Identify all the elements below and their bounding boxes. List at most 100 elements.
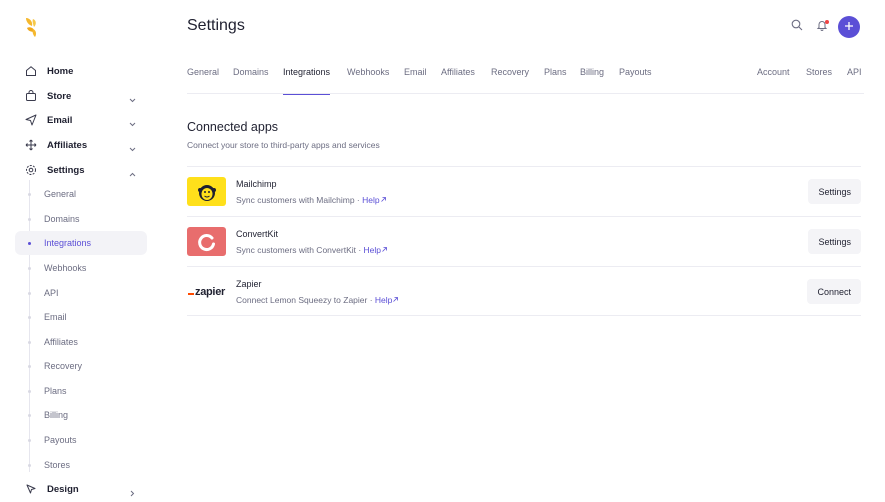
plus-icon <box>844 18 854 36</box>
zapier-connect-button[interactable]: Connect <box>807 279 861 304</box>
submenu-dot <box>28 242 31 245</box>
tab-email[interactable]: Email <box>404 60 427 94</box>
sidebar-subitem-label: Recovery <box>44 361 83 371</box>
sidebar-subitem-webhooks[interactable]: Webhooks <box>15 256 147 280</box>
sidebar-subitem-general[interactable]: General <box>15 182 147 206</box>
sidebar-item-label: Email <box>47 114 73 126</box>
submenu-dot <box>28 390 31 393</box>
settings-tabs: General Domains Integrations Webhooks Em… <box>187 60 864 95</box>
app-description-text: Connect Lemon Squeezy to Zapier · <box>236 295 375 305</box>
tab-webhooks[interactable]: Webhooks <box>347 60 389 94</box>
sidebar: Home Store Email Affiliates Settings Gen… <box>0 0 160 502</box>
sidebar-subitem-label: Payouts <box>44 435 77 445</box>
sidebar-subitem-billing[interactable]: Billing <box>15 403 147 427</box>
tab-recovery[interactable]: Recovery <box>491 60 529 94</box>
sidebar-subitem-recovery[interactable]: Recovery <box>15 354 147 378</box>
app-description: Sync customers with ConvertKit · Help <box>236 245 388 255</box>
sidebar-subitem-integrations[interactable]: Integrations <box>15 231 147 255</box>
help-link[interactable]: Help <box>362 195 386 205</box>
tab-domains[interactable]: Domains <box>233 60 269 94</box>
zapier-logo-wordmark: zapier <box>195 285 225 298</box>
sidebar-item-design[interactable]: Design <box>15 477 147 501</box>
shopping-bag-icon <box>24 90 37 103</box>
help-link-label: Help <box>363 245 382 255</box>
sidebar-subitem-label: Webhooks <box>44 263 87 273</box>
sidebar-item-home[interactable]: Home <box>15 59 147 83</box>
sidebar-subitem-email[interactable]: Email <box>15 305 147 329</box>
app-row-mailchimp: Mailchimp Sync customers with Mailchimp … <box>187 166 861 216</box>
lemon-squeezy-logo-icon[interactable] <box>22 16 42 38</box>
mailchimp-logo-icon <box>187 177 226 206</box>
search-button[interactable] <box>786 16 808 38</box>
sidebar-subitem-label: Plans <box>44 386 67 396</box>
submenu-dot <box>28 292 31 295</box>
zapier-logo-icon: zapier <box>187 277 226 306</box>
tab-integrations[interactable]: Integrations <box>283 60 331 95</box>
sidebar-item-email[interactable]: Email <box>15 108 147 132</box>
external-link-icon <box>392 295 399 305</box>
app-description-text: Sync customers with ConvertKit · <box>236 245 364 255</box>
tab-stores[interactable]: Stores <box>806 60 832 94</box>
gear-icon <box>24 164 37 177</box>
sidebar-item-affiliates[interactable]: Affiliates <box>15 133 147 157</box>
page-title: Settings <box>187 17 245 34</box>
convertkit-settings-button[interactable]: Settings <box>808 229 861 254</box>
move-arrows-icon <box>24 139 37 152</box>
app-row-convertkit: ConvertKit Sync customers with ConvertKi… <box>187 216 861 266</box>
help-link[interactable]: Help <box>364 245 388 255</box>
chevron-down-icon[interactable] <box>128 116 137 127</box>
sidebar-item-label: Affiliates <box>47 139 88 151</box>
app-name: Mailchimp <box>236 179 277 189</box>
app-name: ConvertKit <box>236 229 279 239</box>
app-row-zapier: zapier Zapier Connect Lemon Squeezy to Z… <box>187 266 861 316</box>
sidebar-subitem-label: Email <box>44 312 67 322</box>
cursor-icon <box>24 483 37 496</box>
external-link-icon <box>380 195 387 205</box>
section-description: Connect your store to third-party apps a… <box>187 140 380 150</box>
add-button[interactable] <box>838 16 860 38</box>
sidebar-item-settings[interactable]: Settings <box>15 158 147 182</box>
sidebar-subitem-api[interactable]: API <box>15 281 147 305</box>
chevron-right-icon[interactable] <box>128 485 137 497</box>
mailchimp-settings-button[interactable]: Settings <box>808 179 861 204</box>
submenu-dot <box>28 439 31 442</box>
sidebar-subitem-label: Billing <box>44 410 69 420</box>
notifications-button[interactable] <box>811 16 833 38</box>
sidebar-subitem-stores[interactable]: Stores <box>15 453 147 477</box>
sidebar-item-label: Design <box>47 483 79 495</box>
tab-payouts[interactable]: Payouts <box>619 60 652 94</box>
sidebar-item-label: Settings <box>47 164 85 176</box>
search-icon <box>791 18 803 36</box>
submenu-dot <box>28 193 31 196</box>
sidebar-subitem-label: Domains <box>44 214 80 224</box>
sidebar-subitem-domains[interactable]: Domains <box>15 207 147 231</box>
sidebar-subitem-label: Affiliates <box>44 337 78 347</box>
tab-api[interactable]: API <box>847 60 862 94</box>
sidebar-item-label: Home <box>47 65 74 77</box>
submenu-dot <box>28 414 31 417</box>
tab-billing[interactable]: Billing <box>580 60 604 94</box>
tab-plans[interactable]: Plans <box>544 60 567 94</box>
chevron-down-icon[interactable] <box>128 92 137 103</box>
submenu-dot <box>28 464 31 467</box>
send-icon <box>24 114 37 127</box>
app-description-text: Sync customers with Mailchimp · <box>236 195 363 205</box>
submenu-dot <box>28 341 31 344</box>
sidebar-item-store[interactable]: Store <box>15 84 147 108</box>
sidebar-subitem-label: General <box>44 189 77 199</box>
sidebar-subitem-payouts[interactable]: Payouts <box>15 428 147 452</box>
convertkit-logo-icon <box>187 227 226 256</box>
sidebar-subitem-label: API <box>44 288 59 298</box>
home-icon <box>24 65 37 78</box>
chevron-down-icon[interactable] <box>128 141 137 152</box>
tab-account[interactable]: Account <box>757 60 790 94</box>
sidebar-subitem-affiliates[interactable]: Affiliates <box>15 330 147 354</box>
submenu-dot <box>28 365 31 368</box>
tab-affiliates[interactable]: Affiliates <box>441 60 475 94</box>
sidebar-subitem-plans[interactable]: Plans <box>15 379 147 403</box>
help-link-label: Help <box>362 195 380 205</box>
tab-general[interactable]: General <box>187 60 219 94</box>
notification-badge <box>825 20 829 24</box>
chevron-up-icon[interactable] <box>128 166 137 177</box>
help-link[interactable]: Help <box>375 295 399 305</box>
